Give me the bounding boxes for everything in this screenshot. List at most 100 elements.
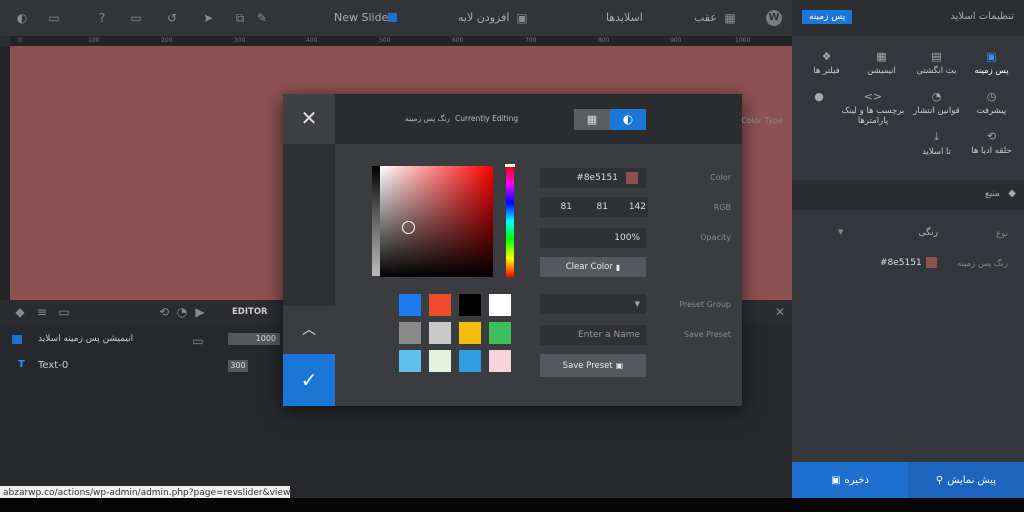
list-icon[interactable]: ≡ (34, 304, 50, 320)
list-item[interactable]: T Text-0 (0, 356, 212, 378)
red-input[interactable]: 81 (540, 197, 576, 217)
color-swatch[interactable] (429, 294, 451, 316)
chevron-up-icon[interactable]: ︿ (283, 306, 335, 354)
green-input[interactable]: 81 (576, 197, 612, 217)
undo-icon[interactable]: ↺ (164, 10, 180, 26)
color-swatch[interactable] (489, 350, 511, 372)
saturation-box[interactable] (380, 166, 493, 277)
horizontal-ruler: 0 100 200 300 400 500 600 700 800 900 10… (10, 36, 792, 46)
play-icon[interactable]: ▶ (192, 304, 208, 320)
color-swatch[interactable] (489, 322, 511, 344)
color-swatch[interactable] (429, 350, 451, 372)
layers-toolbar: ◆ ≡ ▭ ⟲ ◔ ▶ (0, 300, 212, 324)
ruler-tick: 800 (598, 37, 610, 44)
back-button[interactable]: عقب (694, 11, 717, 24)
new-slide-label[interactable]: New Slide (334, 11, 388, 24)
slides-button[interactable]: اسلایدها (606, 11, 643, 24)
solid-color-type-icon[interactable]: ◐ (610, 109, 646, 130)
source-type-value: رنگی (918, 228, 938, 238)
ruler-tick: 900 (670, 37, 682, 44)
tab-loop[interactable]: ⟲ حلقه ادیا ها (964, 130, 1019, 156)
save-button[interactable]: ▣ ذخیره (792, 462, 908, 498)
blue-input[interactable]: 142 (612, 197, 648, 217)
pen-icon[interactable]: ✎ (254, 10, 270, 26)
tab-info[interactable]: ● (799, 90, 839, 106)
contrast-icon[interactable]: ◐ (14, 10, 30, 26)
tab-publish-rules[interactable]: ◔ قوانین انتشار (909, 90, 964, 116)
hue-slider[interactable] (505, 164, 515, 277)
preset-name-input[interactable]: Enter a Name (540, 325, 646, 345)
color-swatch[interactable] (459, 322, 481, 344)
editor-label: EDITOR (232, 307, 268, 317)
color-swatch[interactable] (459, 350, 481, 372)
stopwatch-icon: ◷ (986, 90, 997, 103)
gradient-type-icon[interactable]: ▦ (574, 109, 610, 130)
copy-icon[interactable]: ⧉ (232, 10, 248, 26)
app: ◐ ▭ ? ▭ ↺ ➤ ⧉ ✎ New Slide افزودن لایه ▣ … (0, 0, 1024, 512)
color-swatch[interactable] (399, 294, 421, 316)
help-icon[interactable]: ? (94, 10, 110, 26)
preview-button[interactable]: ⚲ پیش نمایش (908, 462, 1024, 498)
monitor-icon[interactable]: ▭ (128, 10, 144, 26)
filter-icon: ❖ (821, 50, 832, 63)
opacity-value: 100% (614, 233, 640, 243)
tab-label: قوانین انتشار (913, 106, 960, 116)
list-item[interactable]: انیمیشن پس زمینه اسلاید ▭ (0, 330, 212, 352)
bg-color-label: رنگ پس زمینه (956, 259, 1008, 269)
color-swatch[interactable] (459, 294, 481, 316)
ruler-tick: 500 (379, 37, 391, 44)
trash-icon: ▮ (615, 262, 621, 272)
alpha-strip[interactable] (372, 166, 380, 276)
green-value: 81 (596, 202, 608, 212)
color-swatch[interactable] (399, 322, 421, 344)
layer-timing[interactable]: 300 (228, 360, 248, 372)
preset-group-select[interactable]: ▼ (540, 294, 646, 314)
close-icon[interactable]: ✕ (283, 94, 335, 144)
layer-lock-icon[interactable]: ▭ (190, 333, 206, 349)
text-layer-icon: T (18, 359, 25, 370)
folder-icon[interactable]: ▭ (56, 304, 72, 320)
stack-icon[interactable]: ◆ (12, 304, 28, 320)
color-swatch[interactable] (489, 294, 511, 316)
tab-to-slide[interactable]: ⤓ تا اسلاید (909, 130, 964, 157)
tab-tags-links[interactable]: <> برچسب ها و لینک پارامترها (832, 90, 914, 126)
bg-color-value[interactable]: #8e5151 (880, 258, 922, 268)
color-swatch[interactable] (399, 350, 421, 372)
tab-touch[interactable]: ▤ بت انگشتی (909, 50, 964, 76)
floppy-icon: ▣ (615, 361, 624, 370)
timeline-duration[interactable]: 1000 (228, 333, 280, 345)
code-icon: <> (863, 90, 883, 103)
blue-value: 142 (628, 202, 646, 212)
tab-animation[interactable]: ▦ انیمیشن (854, 50, 909, 76)
confirm-check-icon[interactable]: ✓ (283, 354, 335, 406)
color-swatch[interactable] (429, 322, 451, 344)
picker-handle[interactable] (402, 221, 415, 234)
close-timeline-icon[interactable]: ✕ (772, 304, 788, 320)
comment-icon[interactable]: ▭ (46, 10, 62, 26)
hue-handle[interactable] (505, 164, 515, 167)
opacity-input[interactable]: 100% (540, 228, 646, 248)
source-type-select[interactable]: ▼ رنگی (828, 228, 942, 242)
loop-icon[interactable]: ⟲ (156, 304, 172, 320)
preset-group-label: Preset Group (679, 300, 731, 309)
tab-background[interactable]: ▣ پس زمینه (964, 50, 1019, 76)
cursor-icon[interactable]: ➤ (200, 10, 216, 26)
opacity-label: Opacity (700, 233, 731, 242)
rgb-label: RGB (713, 203, 731, 212)
ruler-tick: 400 (306, 37, 318, 44)
save-button-label: ذخیره (844, 474, 869, 486)
tab-filters[interactable]: ❖ فیلتر ها (799, 50, 854, 76)
hex-value: #8e5151 (576, 173, 618, 183)
clear-color-button[interactable]: Clear Color ▮ (540, 257, 646, 277)
layers-icon: ▣ (516, 11, 528, 25)
timer-icon[interactable]: ◔ (174, 304, 190, 320)
source-section-header[interactable]: منبع ◆ (792, 180, 1024, 210)
wordpress-icon[interactable]: W (766, 10, 782, 26)
layer-label: Text-0 (38, 360, 69, 371)
slide-bg-icon (12, 335, 22, 344)
add-layer-button[interactable]: افزودن لایه (458, 11, 509, 24)
bg-color-swatch[interactable] (926, 257, 937, 268)
active-section-badge[interactable]: پس زمینه (802, 10, 853, 24)
tab-progress[interactable]: ◷ پیشرفت (964, 90, 1019, 116)
save-preset-button[interactable]: Save Preset ▣ (540, 354, 646, 377)
